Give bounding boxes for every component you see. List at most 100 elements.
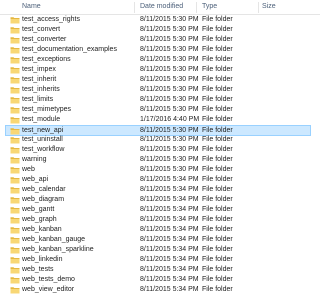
folder-icon [10, 156, 20, 164]
list-item[interactable]: web_api 8/11/2015 5:34 PM File folder [6, 175, 311, 185]
list-item[interactable]: test_inherits 8/11/2015 5:30 PM File folde… [6, 85, 311, 95]
list-item[interactable]: test_limits 8/11/2015 5:30 PM File folder [6, 95, 311, 105]
list-item[interactable]: web_kanban_sparkline 8/11/2015 5:34 PM Fil… [6, 245, 311, 255]
file-name: test_access_rights [22, 16, 80, 23]
date-modified: 8/11/2015 5:30 PM [140, 26, 199, 33]
file-type: File folder [202, 76, 233, 83]
list-item[interactable]: web_gantt 8/11/2015 5:34 PM File folder [6, 205, 311, 215]
file-type: File folder [202, 96, 233, 103]
file-type: File folder [202, 166, 233, 173]
list-item[interactable]: test_documentation_examples 8/11/2015 5:3… [6, 45, 311, 55]
file-name: test_impex [22, 66, 56, 73]
file-type: File folder [202, 66, 233, 73]
list-item[interactable]: web_graph 8/11/2015 5:34 PM File folder [6, 215, 311, 225]
list-item[interactable]: web_kanban_gauge 8/11/2015 5:34 PM File fo… [6, 235, 311, 245]
file-name: test_inherits [22, 86, 60, 93]
date-modified: 8/11/2015 5:30 PM [140, 66, 199, 73]
date-modified: 8/11/2015 5:30 PM [140, 146, 199, 153]
list-item[interactable]: web_linkedin 8/11/2015 5:34 PM File folder [6, 255, 311, 265]
file-name: test_uninstall [22, 136, 63, 143]
file-name: test_new_api [22, 127, 64, 134]
date-modified: 8/11/2015 5:34 PM [140, 286, 199, 293]
column-divider[interactable] [134, 2, 135, 13]
list-item[interactable]: web_kanban 8/11/2015 5:34 PM File folder [6, 225, 311, 235]
date-modified: 8/11/2015 5:30 PM [140, 156, 199, 163]
date-modified: 8/11/2015 5:34 PM [140, 216, 199, 223]
column-divider[interactable] [196, 2, 197, 13]
column-date-modified[interactable]: Date modified [140, 3, 183, 10]
folder-icon [10, 26, 20, 34]
file-name: web_graph [22, 216, 57, 223]
file-type: File folder [202, 26, 233, 33]
date-modified: 8/11/2015 5:34 PM [140, 256, 199, 263]
date-modified: 8/11/2015 5:34 PM [140, 196, 199, 203]
list-item[interactable]: web_tests 8/11/2015 5:34 PM File folder [6, 265, 311, 275]
date-modified: 8/11/2015 5:30 PM [140, 36, 199, 43]
column-name[interactable]: Name [22, 3, 41, 10]
file-name: web [22, 166, 35, 173]
file-type: File folder [202, 36, 233, 43]
list-item[interactable]: warning 8/11/2015 5:30 PM File folder [6, 155, 311, 165]
file-name: test_converter [22, 36, 67, 43]
folder-icon [10, 186, 20, 194]
list-item[interactable]: web_diagram 8/11/2015 5:34 PM File folder [6, 195, 311, 205]
date-modified: 8/11/2015 5:34 PM [140, 186, 199, 193]
column-type[interactable]: Type [202, 3, 217, 10]
folder-icon [10, 266, 20, 274]
list-item[interactable]: web_tests_demo 8/11/2015 5:34 PM File fold… [6, 275, 311, 285]
folder-icon [10, 136, 20, 144]
column-divider[interactable] [258, 2, 259, 13]
file-name: web_api [22, 176, 49, 183]
list-item[interactable]: test_impex 8/11/2015 5:30 PM File folder [6, 65, 311, 75]
folder-icon [10, 106, 20, 114]
list-item[interactable]: test_convert 8/11/2015 5:30 PM File folder [6, 25, 311, 35]
file-type: File folder [202, 216, 233, 223]
file-name: warning [22, 156, 47, 163]
folder-icon [10, 276, 20, 284]
file-type: File folder [202, 246, 233, 253]
file-type: File folder [202, 176, 233, 183]
list-item[interactable]: test_exceptions 8/11/2015 5:30 PM File fol… [6, 55, 311, 65]
list-item[interactable]: web 8/11/2015 5:30 PM File folder [6, 165, 311, 175]
file-name: web_kanban_sparkline [22, 246, 94, 253]
folder-icon [10, 96, 20, 104]
file-name: web_tests [22, 266, 54, 273]
date-modified: 8/11/2015 5:34 PM [140, 266, 199, 273]
file-name: web_gantt [22, 206, 55, 213]
folder-icon [10, 256, 20, 264]
date-modified: 8/11/2015 5:34 PM [140, 236, 199, 243]
file-name: test_workflow [22, 146, 65, 153]
file-type: File folder [202, 226, 233, 233]
date-modified: 8/11/2015 5:30 PM [140, 136, 199, 143]
file-type: File folder [202, 236, 233, 243]
list-item[interactable]: test_mimetypes 8/11/2015 5:30 PM File fold… [6, 105, 311, 115]
list-item[interactable]: test_uninstall 8/11/2015 5:30 PM File fold… [6, 135, 311, 145]
list-item[interactable]: test_module 1/17/2016 4:40 PM File folder [6, 115, 311, 125]
list-item[interactable]: web_calendar 8/11/2015 5:34 PM File folder [6, 185, 311, 195]
folder-icon [10, 116, 20, 124]
folder-icon [10, 236, 20, 244]
date-modified: 8/11/2015 5:30 PM [140, 96, 199, 103]
file-name: web_linkedin [22, 256, 63, 263]
list-item[interactable]: web_view_editor 8/11/2015 5:34 PM File fol… [6, 285, 311, 295]
folder-icon [10, 176, 20, 184]
folder-icon [10, 46, 20, 54]
file-type: File folder [202, 266, 233, 273]
file-type: File folder [202, 146, 233, 153]
file-name: test_inherit [22, 76, 57, 83]
file-name: web_kanban_gauge [22, 236, 86, 243]
list-item[interactable]: test_access_rights 8/11/2015 5:30 PM File … [6, 15, 311, 25]
file-type: File folder [202, 286, 233, 293]
date-modified: 8/11/2015 5:34 PM [140, 226, 199, 233]
column-header: Name Date modified Type Size [0, 0, 320, 15]
list-item[interactable]: test_workflow 8/11/2015 5:30 PM File folde… [6, 145, 311, 155]
list-item[interactable]: test_converter 8/11/2015 5:30 PM File fold… [6, 35, 311, 45]
list-item[interactable]: test_inherit 8/11/2015 5:30 PM File folder [6, 75, 311, 85]
file-name: web_diagram [22, 196, 65, 203]
file-name: test_exceptions [22, 56, 71, 63]
column-size[interactable]: Size [262, 3, 276, 10]
file-name: web_kanban [22, 226, 62, 233]
file-type: File folder [202, 46, 233, 53]
file-type: File folder [202, 127, 233, 134]
folder-icon [10, 166, 20, 174]
